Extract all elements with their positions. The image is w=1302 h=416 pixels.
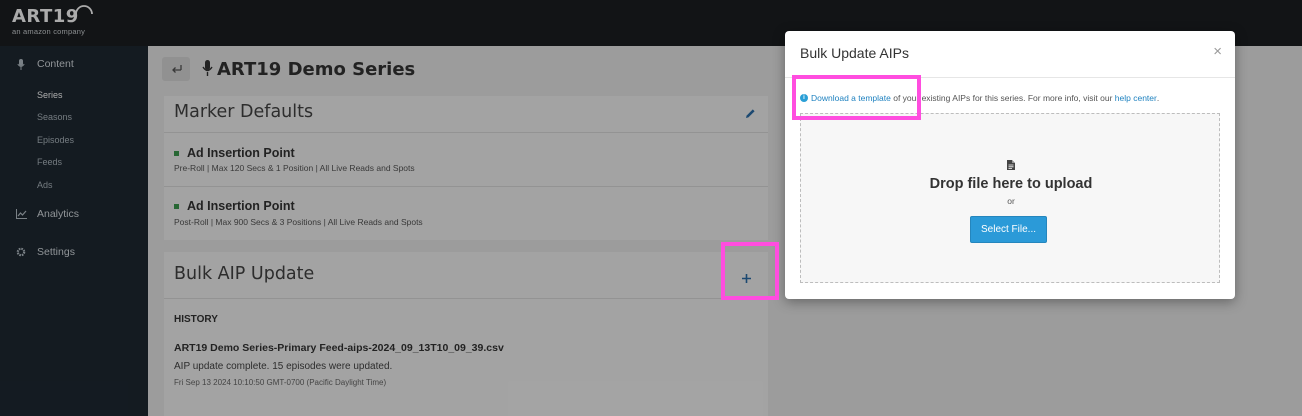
info-text-end: . xyxy=(1156,93,1160,103)
select-file-button[interactable]: Select File... xyxy=(970,216,1047,243)
file-icon xyxy=(801,160,1221,173)
drop-file-text: Drop file here to upload xyxy=(929,176,1093,192)
highlight-box xyxy=(721,242,779,300)
file-dropzone[interactable]: Drop file here to upload or Select File.… xyxy=(800,113,1220,283)
or-text: or xyxy=(1007,196,1015,206)
close-button[interactable]: × xyxy=(1213,44,1222,59)
highlight-box xyxy=(792,75,921,120)
bulk-update-modal: Bulk Update AIPs × i Download a template… xyxy=(785,31,1235,299)
modal-title: Bulk Update AIPs xyxy=(800,45,909,61)
info-text-middle: of your existing AIPs for this series. F… xyxy=(890,93,1115,103)
help-center-link[interactable]: help center xyxy=(1115,93,1157,103)
